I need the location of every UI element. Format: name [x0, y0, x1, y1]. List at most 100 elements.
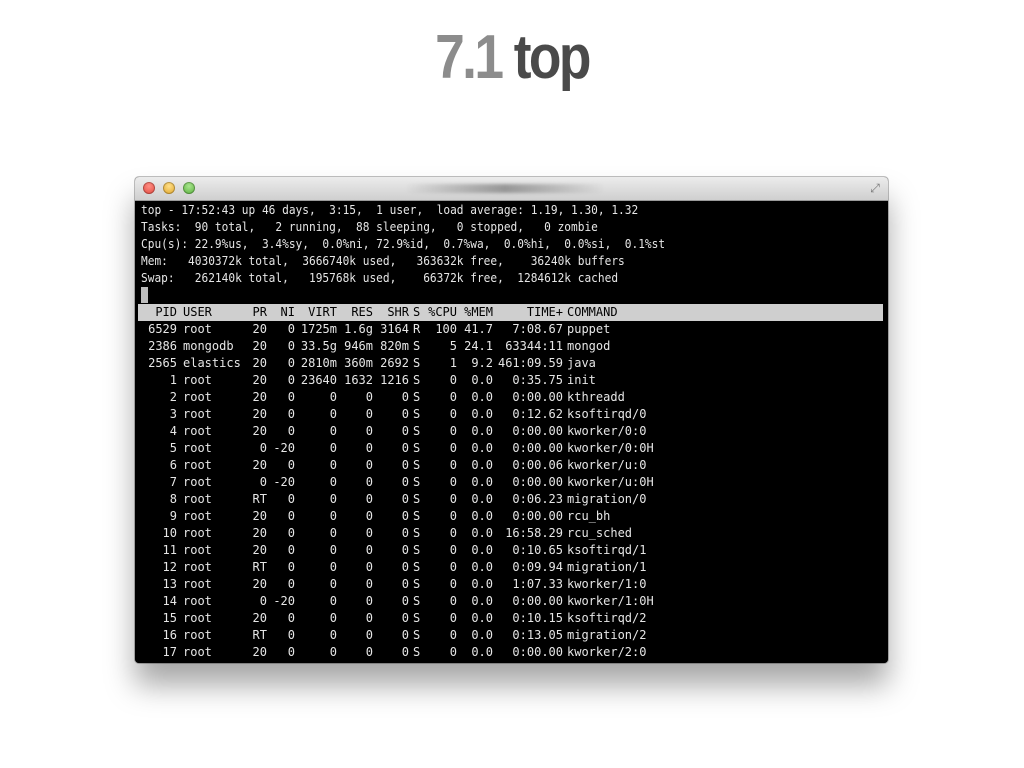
cell-command: ksoftirqd/1: [567, 543, 647, 557]
cell-virt: 0: [329, 475, 337, 489]
cell-virt: 0: [329, 628, 337, 642]
close-icon[interactable]: [143, 182, 155, 194]
cell-virt: 0: [329, 458, 337, 472]
cell-cpu: 0: [449, 526, 457, 540]
table-row: 10 root 20 0 0 0 0 S 0 0.0 16:58.29 rcu_sched: [135, 525, 888, 542]
cell-time: 0:00.00: [512, 594, 563, 608]
cell-res: 1632: [344, 373, 373, 387]
cell-cpu: 0: [449, 560, 457, 574]
terminal-output[interactable]: top - 17:52:43 up 46 days, 3:15, 1 user,…: [135, 201, 888, 663]
minimize-icon[interactable]: [163, 182, 175, 194]
cell-pr: 20: [252, 373, 267, 387]
cell-time: 0:12.62: [512, 407, 563, 421]
cell-virt: 0: [329, 390, 337, 404]
window-titlebar[interactable]: ⤢: [135, 177, 888, 201]
cell-pid: 6529: [148, 322, 177, 336]
cell-res: 0: [365, 526, 373, 540]
text-cursor: [141, 287, 148, 303]
cell-res: 0: [365, 628, 373, 642]
summary-cpu-line: Cpu(s): 22.9%us, 3.4%sy, 0.0%ni, 72.9%id…: [141, 237, 666, 251]
cell-mem: 0.0: [471, 560, 493, 574]
cell-pid: 3: [169, 407, 177, 421]
cell-ni: 0: [287, 560, 295, 574]
cell-pid: 2386: [148, 339, 177, 353]
slide-title-word: top: [513, 23, 592, 92]
table-row: 3 root 20 0 0 0 0 S 0 0.0 0:12.62 ksoftirqd/0: [135, 406, 888, 423]
summary-uptime-line: top - 17:52:43 up 46 days, 3:15, 1 user,…: [141, 203, 639, 217]
cell-user: root: [183, 526, 212, 540]
zoom-icon[interactable]: [183, 182, 195, 194]
cell-cpu: 0: [449, 458, 457, 472]
cell-time: 0:35.75: [512, 373, 563, 387]
cell-res: 0: [365, 611, 373, 625]
cell-mem: 0.0: [471, 492, 493, 506]
cell-cpu: 0: [449, 628, 457, 642]
cell-user: root: [183, 322, 212, 336]
cell-mem: 41.7: [464, 322, 493, 336]
cell-shr: 0: [401, 543, 409, 557]
cell-shr: 1216: [380, 373, 409, 387]
cell-shr: 0: [401, 458, 409, 472]
table-row: 2565 elastics 20 0 2810m 360m 2692 S 1 9.2 461:09.…: [135, 355, 888, 372]
table-row: 9 root 20 0 0 0 0 S 0 0.0 0:00.00 rcu_bh: [135, 508, 888, 525]
cell-mem: 0.0: [471, 543, 493, 557]
cell-shr: 0: [401, 475, 409, 489]
cell-user: root: [183, 611, 212, 625]
cell-cpu: 1: [449, 356, 457, 370]
table-row: 11 root 20 0 0 0 0 S 0 0.0 0:10.65 ksoftirqd/1: [135, 542, 888, 559]
cell-user: root: [183, 475, 212, 489]
cell-cpu: 0: [449, 475, 457, 489]
cell-mem: 9.2: [471, 356, 493, 370]
cell-shr: 0: [401, 594, 409, 608]
cell-mem: 0.0: [471, 407, 493, 421]
cell-pr: 20: [252, 458, 267, 472]
cell-shr: 2692: [380, 356, 409, 370]
cell-command: java: [567, 356, 596, 370]
cell-shr: 0: [401, 611, 409, 625]
cell-pr: 20: [252, 356, 267, 370]
table-row: 2386 mongodb 20 0 33.5g 946m 820m S 5 24.1 63344:1…: [135, 338, 888, 355]
cell-command: rcu_bh: [567, 509, 611, 523]
cell-time: 16:58.29: [505, 526, 563, 540]
cell-shr: 0: [401, 407, 409, 421]
cell-virt: 0: [329, 543, 337, 557]
cell-time: 0:00.00: [512, 390, 563, 404]
table-row: 1 root 20 0 23640 1632 1216 S 0 0.0 0:35.75 init: [135, 372, 888, 389]
cell-time: 0:10.65: [512, 543, 563, 557]
cell-time: 0:00.00: [512, 645, 563, 659]
cell-shr: 0: [401, 390, 409, 404]
cell-virt: 0: [329, 594, 337, 608]
cell-pid: 10: [162, 526, 177, 540]
table-row: 4 root 20 0 0 0 0 S 0 0.0 0:00.00 kworker/0:0: [135, 423, 888, 440]
cell-command: migration/2: [567, 628, 647, 642]
cell-user: root: [183, 509, 212, 523]
cell-ni: 0: [287, 526, 295, 540]
cell-time: 461:09.59: [497, 356, 563, 370]
cell-cpu: 100: [435, 322, 457, 336]
column-header-pr: PR: [252, 305, 267, 319]
cell-user: root: [183, 424, 212, 438]
cell-cpu: 0: [449, 645, 457, 659]
cell-pr: 20: [252, 407, 267, 421]
cell-command: ksoftirqd/0: [567, 407, 647, 421]
cell-user: root: [183, 390, 212, 404]
table-row: 12 root RT 0 0 0 0 S 0 0.0 0:09.94 migration/1: [135, 559, 888, 576]
cell-cpu: 0: [449, 390, 457, 404]
cell-virt: 0: [329, 509, 337, 523]
cell-time: 0:13.05: [512, 628, 563, 642]
cell-time: 0:10.15: [512, 611, 563, 625]
slide-title-number: 7.1: [435, 23, 504, 92]
cell-res: 946m: [344, 339, 373, 353]
column-header-cpu: %CPU: [428, 305, 457, 319]
cell-ni: 0: [287, 458, 295, 472]
cell-pr: 20: [252, 322, 267, 336]
cell-shr: 0: [401, 424, 409, 438]
table-row: 14 root 0 -20 0 0 0 S 0 0.0 0:00.00 kworker/1:0H: [135, 593, 888, 610]
fullscreen-icon[interactable]: ⤢: [868, 181, 882, 195]
cell-command: rcu_sched: [567, 526, 633, 540]
cell-time: 0:09.94: [512, 560, 563, 574]
column-header-res: RES: [351, 305, 373, 319]
cell-time: 63344:11: [505, 339, 563, 353]
cell-cpu: 0: [449, 407, 457, 421]
cell-time: 0:00.00: [512, 424, 563, 438]
